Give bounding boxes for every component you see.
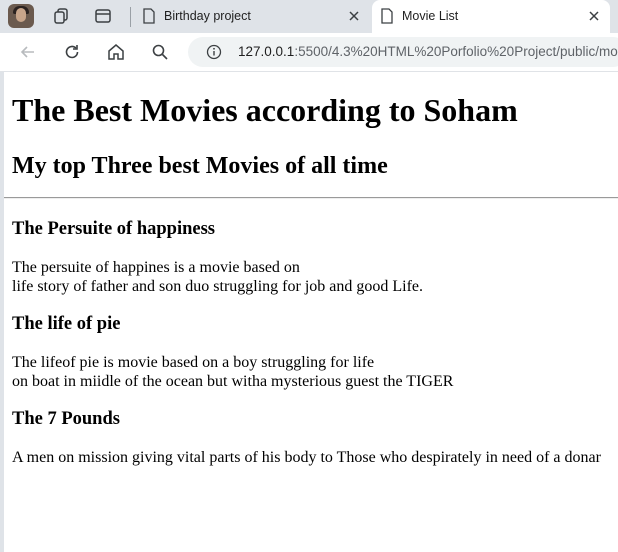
page-title: The Best Movies according to Soham	[12, 92, 518, 128]
movie-description: A men on mission giving vital parts of h…	[12, 448, 601, 467]
movie-title: The Persuite of happiness	[12, 219, 216, 239]
description-line: A men on mission giving vital parts of h…	[12, 449, 601, 466]
description-line: The persuite of happines is a movie base…	[12, 259, 300, 276]
tab-label: Movie List	[402, 9, 459, 23]
tab-groups-icon[interactable]	[52, 7, 70, 25]
home-icon[interactable]	[106, 42, 126, 62]
horizontal-rule	[4, 197, 618, 199]
tab-label: Birthday project	[164, 9, 251, 23]
tab-birthday-project[interactable]: Birthday project	[134, 0, 370, 33]
address-bar[interactable]: 127.0.0.1:5500/4.3%20HTML%20Porfolio%20P…	[188, 37, 618, 67]
back-arrow-icon[interactable]	[18, 42, 38, 62]
sidebar-icon[interactable]	[94, 7, 112, 25]
toolbar-separator	[130, 7, 131, 27]
movie-description: The persuite of happines is a movie base…	[12, 258, 423, 296]
url-path: :5500/4.3%20HTML%20Porfolio%20Project/pu…	[294, 44, 618, 59]
description-line: The lifeof pie is movie based on a boy s…	[12, 354, 375, 371]
page-viewport: The Best Movies according to Soham My to…	[4, 72, 618, 552]
movie-title: The 7 Pounds	[12, 409, 120, 429]
close-icon[interactable]	[346, 8, 362, 24]
tab-movie-list[interactable]: Movie List	[372, 0, 610, 33]
description-line: life story of father and son duo struggl…	[12, 278, 424, 295]
info-icon[interactable]	[206, 44, 222, 60]
avatar[interactable]	[8, 4, 34, 28]
url-text[interactable]: 127.0.0.1:5500/4.3%20HTML%20Porfolio%20P…	[238, 44, 618, 59]
description-line: on boat in miidle of the ocean but witha…	[12, 373, 454, 390]
close-icon[interactable]	[586, 8, 602, 24]
browser-toolbar: 127.0.0.1:5500/4.3%20HTML%20Porfolio%20P…	[0, 33, 618, 71]
movie-description: The lifeof pie is movie based on a boy s…	[12, 353, 453, 391]
search-icon[interactable]	[150, 42, 170, 62]
page-subtitle: My top Three best Movies of all time	[12, 153, 388, 179]
tab-strip: Birthday project Movie List	[0, 0, 618, 33]
movie-title: The life of pie	[12, 314, 121, 334]
url-host: 127.0.0.1	[238, 44, 295, 59]
document-icon	[381, 8, 393, 24]
document-icon	[143, 8, 155, 24]
reload-icon[interactable]	[62, 42, 82, 62]
